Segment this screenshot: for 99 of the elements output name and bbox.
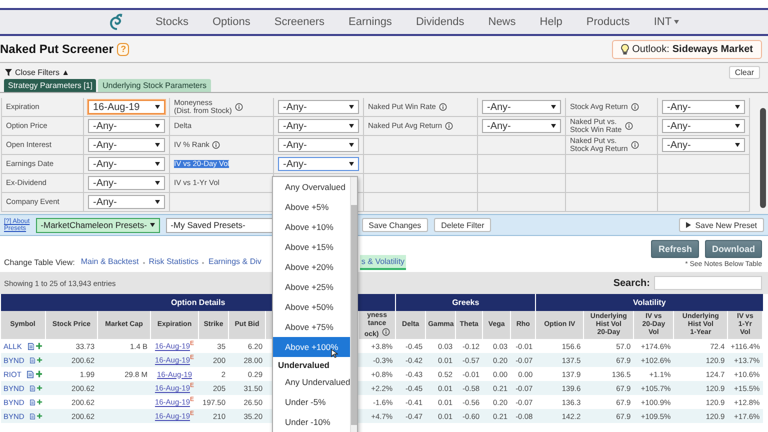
dropdown-option[interactable]: Above +75% (273, 317, 350, 337)
dropdown-option[interactable]: Above +5% (273, 197, 350, 217)
dropdown-option[interactable]: Above +25% (273, 277, 350, 297)
caret-icon (735, 105, 740, 109)
caret-icon (155, 181, 160, 185)
filter-select[interactable]: -Any- (482, 119, 561, 133)
lightbulb-icon (621, 44, 630, 54)
search-label: Search: (613, 278, 650, 288)
outlook-value: Sideways Market (672, 44, 753, 54)
close-filters-link[interactable]: Close Filters ▲ (5, 68, 70, 76)
filter-icon (5, 68, 12, 76)
separator-dot (142, 262, 145, 264)
table-view-label: Change Table View: (4, 258, 75, 267)
filter-select[interactable]: -Any- (88, 176, 165, 190)
refresh-button[interactable]: Refresh (651, 240, 699, 258)
earnings-mark: E (190, 411, 194, 418)
delete-filter-button[interactable]: Delete Filter (434, 218, 492, 232)
caret-icon (349, 143, 354, 147)
nav-link[interactable]: News (488, 16, 516, 28)
filter-tab[interactable]: Underlying Stock Parameters (98, 79, 211, 92)
plus-icon[interactable] (36, 342, 42, 350)
plus-icon[interactable] (37, 412, 42, 420)
filter-select[interactable]: -Any- (662, 119, 745, 133)
filter-select[interactable]: -Any- (278, 138, 359, 152)
caret-icon (155, 200, 160, 204)
plus-icon[interactable] (37, 356, 42, 364)
dropdown-option[interactable]: Under -10% (273, 412, 350, 432)
separator-dot (202, 262, 204, 264)
scrollbar[interactable] (760, 108, 766, 208)
document-icon[interactable] (30, 356, 36, 364)
caret-icon (349, 105, 354, 109)
filter-select[interactable]: -Any- (278, 157, 359, 171)
play-icon (686, 222, 692, 228)
plus-icon[interactable] (36, 370, 42, 378)
plus-icon[interactable] (37, 384, 42, 392)
nav-link[interactable]: Help (540, 16, 562, 28)
table-view-link[interactable]: Risk Statistics (148, 255, 200, 270)
table-view-link[interactable]: Main & Backtest (80, 255, 140, 270)
document-icon[interactable] (27, 370, 34, 378)
caret-icon (155, 124, 160, 128)
filter-tab[interactable]: Strategy Parameters [1] (4, 79, 96, 92)
nav-link[interactable]: INT (654, 16, 679, 28)
clear-button[interactable]: Clear (728, 66, 760, 78)
caret-icon (674, 20, 679, 24)
filter-select[interactable]: -Any- (662, 100, 745, 114)
filter-select[interactable]: -Any- (278, 119, 359, 133)
dropdown-option[interactable]: Above +15% (273, 237, 350, 257)
save-changes-button[interactable]: Save Changes (362, 218, 428, 232)
outlook-label: Outlook: (632, 44, 670, 54)
caret-icon (155, 105, 160, 109)
nav-link[interactable]: Products (586, 16, 630, 28)
nav-link[interactable]: Earnings (348, 16, 392, 28)
filter-select[interactable]: -Any- (278, 100, 359, 114)
download-button[interactable]: Download (705, 240, 762, 258)
caret-icon (155, 143, 160, 147)
group-header: Greeks (396, 294, 536, 311)
cursor-icon (331, 349, 338, 358)
filter-select[interactable]: -Any- (482, 100, 561, 114)
nav-link[interactable]: Options (212, 16, 250, 28)
caret-icon (735, 124, 740, 128)
caret-icon (150, 223, 155, 227)
dropdown-group-label: Undervalued (277, 358, 330, 372)
document-icon[interactable] (30, 384, 36, 392)
filter-select[interactable]: -Any- (88, 119, 165, 133)
search-field[interactable] (654, 276, 762, 290)
caret-icon (155, 162, 160, 166)
earnings-mark: E (190, 355, 194, 362)
filter-select[interactable]: 16-Aug-19 (88, 100, 165, 114)
filter-select[interactable]: -Any- (662, 138, 745, 152)
caret-icon (551, 124, 556, 128)
caret-icon (551, 105, 556, 109)
earnings-mark: E (190, 341, 194, 348)
nav-link[interactable]: Stocks (155, 16, 188, 28)
earnings-mark: E (190, 397, 194, 404)
table-view-link[interactable]: s & Volatility (360, 255, 406, 270)
filter-select[interactable]: -Any- (88, 195, 165, 209)
document-icon[interactable] (28, 342, 34, 350)
filter-select[interactable]: -Any- (88, 138, 165, 152)
filter-select[interactable]: -Any- (88, 157, 165, 171)
caret-icon (735, 143, 740, 147)
dropdown-option[interactable]: Above +20% (273, 257, 350, 277)
table-view-link[interactable]: Earnings & Div (207, 255, 262, 270)
dropdown-scrollbar[interactable] (350, 177, 357, 432)
nav-link[interactable]: Screeners (274, 16, 325, 28)
dropdown-option[interactable]: Under -5% (273, 392, 350, 412)
save-new-preset-button[interactable]: Save New Preset (679, 218, 764, 232)
document-icon[interactable] (30, 398, 36, 406)
caret-icon (349, 162, 354, 166)
caret-icon (349, 124, 354, 128)
group-header: Volatility (536, 294, 763, 311)
dropdown-option[interactable]: Above +100% (273, 337, 350, 357)
dropdown-option[interactable]: Any Overvalued (273, 177, 350, 197)
nav-link[interactable]: Dividends (416, 16, 464, 28)
page-title: Naked Put Screener (0, 42, 114, 56)
earnings-mark: E (190, 383, 194, 390)
dropdown-option[interactable]: Any Undervalued (273, 372, 350, 392)
document-icon[interactable] (30, 412, 36, 420)
plus-icon[interactable] (37, 398, 42, 406)
presets-select[interactable]: -MarketChameleon Presets- (36, 218, 160, 232)
